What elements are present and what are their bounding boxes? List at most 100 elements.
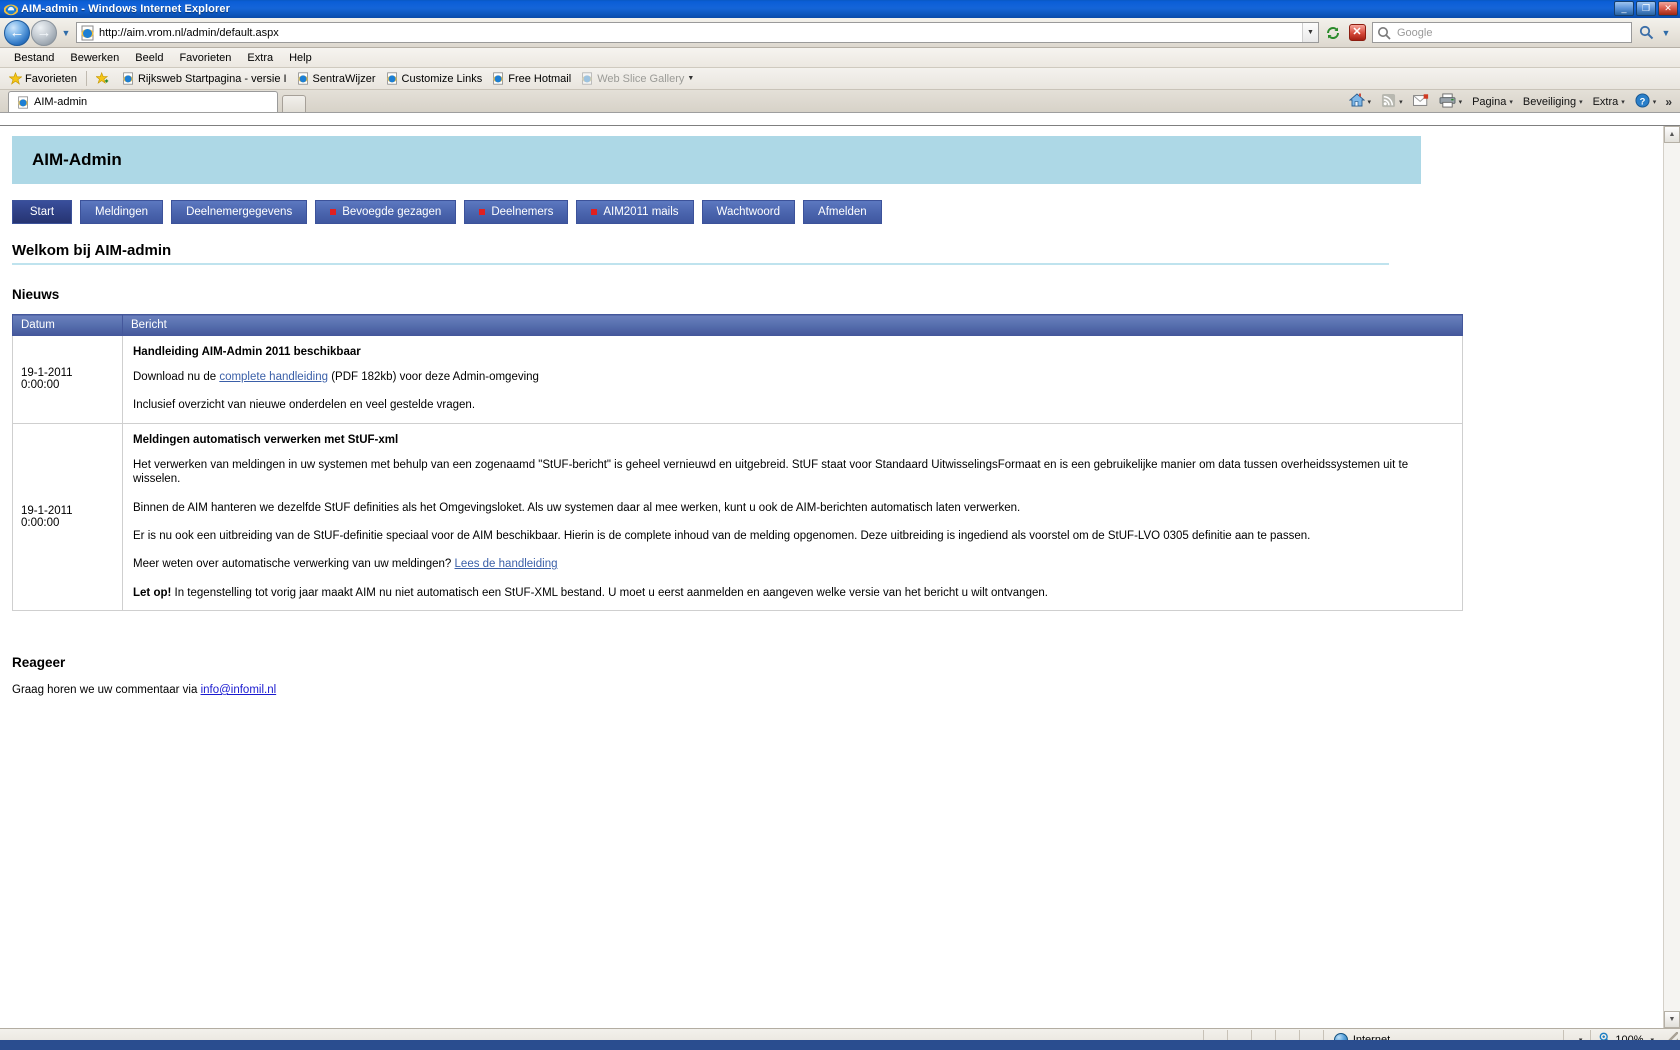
forward-button[interactable]: → bbox=[31, 19, 57, 46]
tools-menu-button[interactable]: Extra ▾ bbox=[1588, 96, 1630, 108]
favorites-button-label: Favorieten bbox=[25, 72, 77, 85]
menu-bar: Bestand Bewerken Beeld Favorieten Extra … bbox=[0, 48, 1680, 68]
favorite-link-label: Web Slice Gallery bbox=[597, 72, 685, 85]
feeds-button[interactable]: ▾ bbox=[1376, 93, 1408, 111]
recent-pages-caret-icon[interactable]: ▼ bbox=[59, 28, 73, 38]
nav-tab-bevoegde-gezagen[interactable]: Bevoegde gezagen bbox=[315, 200, 457, 224]
search-go-button[interactable] bbox=[1634, 22, 1658, 43]
complete-handleiding-link[interactable]: complete handleiding bbox=[219, 371, 328, 383]
chevron-down-icon[interactable]: ▾ bbox=[1653, 98, 1657, 106]
scrollbar-track[interactable] bbox=[1664, 143, 1680, 1011]
table-row: 19-1-2011 0:00:00 Handleiding AIM-Admin … bbox=[12, 335, 1463, 424]
search-input[interactable] bbox=[1395, 25, 1631, 40]
lees-de-handleiding-link[interactable]: Lees de handleiding bbox=[455, 558, 558, 570]
favorite-link-sentrawijzer[interactable]: SentraWijzer bbox=[292, 72, 381, 85]
nav-tab-meldingen[interactable]: Meldingen bbox=[80, 200, 164, 224]
stop-icon: ✕ bbox=[1348, 24, 1366, 41]
paragraph-text: Binnen de AIM hanteren we dezelfde StUF … bbox=[133, 501, 1021, 514]
nav-tab-deelnemergegevens[interactable]: Deelnemergegevens bbox=[171, 200, 308, 224]
page-title: Welkom bij AIM-admin bbox=[12, 242, 172, 259]
back-button[interactable]: ← bbox=[4, 19, 30, 46]
chevron-down-icon[interactable]: ▼ bbox=[687, 75, 694, 82]
news-item-paragraph: Download nu de complete handleiding (PDF… bbox=[133, 370, 1454, 384]
favorite-link-web-slice-gallery[interactable]: Web Slice Gallery ▼ bbox=[576, 72, 699, 85]
news-item-paragraph: Er is nu ook een uitbreiding van de StUF… bbox=[133, 529, 1454, 543]
tab-bar: AIM-admin ▾ ▾ ▾ Pagina ▾ Beveiliging ▾ E… bbox=[0, 90, 1680, 113]
chevron-down-icon[interactable]: ▾ bbox=[1509, 98, 1513, 106]
chevron-down-icon[interactable]: ▾ bbox=[1368, 98, 1372, 106]
search-options-caret-icon[interactable]: ▼ bbox=[1659, 28, 1673, 38]
page-menu-button[interactable]: Pagina ▾ bbox=[1467, 96, 1518, 108]
chevron-down-icon[interactable]: ▾ bbox=[1459, 98, 1463, 106]
news-item-paragraph: Let op! In tegenstelling tot vorig jaar … bbox=[133, 586, 1454, 600]
menu-item-bewerken[interactable]: Bewerken bbox=[62, 50, 127, 66]
news-item-title: Handleiding AIM-Admin 2011 beschikbaar bbox=[133, 346, 361, 358]
new-tab-button[interactable] bbox=[282, 95, 306, 112]
address-dropdown-icon[interactable]: ▼ bbox=[1302, 23, 1318, 42]
nav-tab-aim2011-mails[interactable]: AIM2011 mails bbox=[576, 200, 694, 224]
window-controls: _ ❐ ✕ bbox=[1614, 1, 1678, 16]
search-box[interactable] bbox=[1372, 22, 1632, 43]
printer-icon bbox=[1439, 92, 1456, 111]
nav-tab-wachtwoord[interactable]: Wachtwoord bbox=[701, 200, 796, 224]
maximize-button[interactable]: ❐ bbox=[1636, 1, 1656, 16]
refresh-button[interactable] bbox=[1322, 22, 1344, 44]
read-mail-button[interactable] bbox=[1408, 93, 1434, 110]
stop-button[interactable]: ✕ bbox=[1346, 22, 1368, 44]
contact-email-link[interactable]: info@infomil.nl bbox=[201, 684, 277, 696]
vertical-scrollbar[interactable]: ▲ ▼ bbox=[1663, 126, 1680, 1028]
chevron-down-icon[interactable]: ▾ bbox=[1621, 98, 1625, 106]
desktop-strip bbox=[0, 1040, 1680, 1050]
news-item-paragraph: Meer weten over automatische verwerking … bbox=[133, 557, 1454, 571]
chevron-down-icon[interactable]: ▾ bbox=[1579, 98, 1583, 106]
paragraph-text: (PDF 182kb) voor deze Admin-omgeving bbox=[328, 371, 539, 383]
security-menu-button[interactable]: Beveiliging ▾ bbox=[1518, 96, 1588, 108]
news-item-paragraph: Het verwerken van meldingen in uw system… bbox=[133, 458, 1454, 487]
home-button[interactable]: ▾ bbox=[1344, 92, 1377, 111]
favorite-link-customize-links[interactable]: Customize Links bbox=[381, 72, 488, 85]
paragraph-text: Het verwerken van meldingen in uw system… bbox=[133, 458, 1409, 486]
react-text: Graag horen we uw commentaar via info@in… bbox=[12, 684, 1651, 696]
site-banner-title: AIM-Admin bbox=[32, 150, 122, 169]
favorite-link-rijksweb[interactable]: Rijksweb Startpagina - versie I bbox=[117, 72, 292, 85]
address-input[interactable] bbox=[99, 26, 1302, 39]
browser-viewport: AIM-Admin Start Meldingen Deelnemergegev… bbox=[0, 125, 1680, 1028]
address-bar[interactable]: ▼ bbox=[76, 22, 1319, 43]
browser-tab-aim-admin[interactable]: AIM-admin bbox=[8, 91, 278, 112]
nav-tab-label: Wachtwoord bbox=[716, 206, 781, 218]
paragraph-emphasis: Let op! bbox=[133, 586, 172, 599]
favorites-button[interactable]: Favorieten bbox=[4, 72, 82, 85]
close-button[interactable]: ✕ bbox=[1658, 1, 1678, 16]
paragraph-text: Inclusief overzicht van nieuwe onderdele… bbox=[133, 399, 476, 412]
page-icon bbox=[297, 72, 310, 85]
paragraph-text: Meer weten over automatische verwerking … bbox=[133, 558, 455, 571]
favorites-bar: Favorieten Rijksweb Startpagina - versie… bbox=[0, 68, 1680, 90]
print-button[interactable]: ▾ bbox=[1434, 92, 1468, 111]
news-item-paragraph: Binnen de AIM hanteren we dezelfde StUF … bbox=[133, 501, 1454, 515]
menu-item-help[interactable]: Help bbox=[281, 50, 320, 66]
favorite-link-free-hotmail[interactable]: Free Hotmail bbox=[487, 72, 576, 85]
menu-item-bestand[interactable]: Bestand bbox=[6, 50, 62, 66]
news-row-date: 19-1-2011 0:00:00 bbox=[12, 335, 123, 424]
menu-item-beeld[interactable]: Beeld bbox=[127, 50, 171, 66]
nav-tab-deelnemers[interactable]: Deelnemers bbox=[464, 200, 569, 224]
chevron-down-icon[interactable]: ▾ bbox=[1399, 98, 1403, 106]
scroll-down-button[interactable]: ▼ bbox=[1664, 1011, 1680, 1028]
notification-dot-icon bbox=[479, 209, 486, 215]
nav-tab-afmelden[interactable]: Afmelden bbox=[803, 200, 882, 224]
command-bar-overflow-button[interactable]: » bbox=[1661, 95, 1676, 109]
nav-tab-label: Meldingen bbox=[95, 206, 149, 218]
table-row: 19-1-2011 0:00:00 Meldingen automatisch … bbox=[12, 422, 1463, 612]
notification-dot-icon bbox=[330, 209, 337, 215]
page-icon bbox=[17, 95, 30, 109]
add-to-favorites-bar-button[interactable] bbox=[91, 72, 117, 85]
menu-item-favorieten[interactable]: Favorieten bbox=[171, 50, 239, 66]
page-icon bbox=[581, 72, 594, 85]
page-icon bbox=[122, 72, 135, 85]
minimize-button[interactable]: _ bbox=[1614, 1, 1634, 16]
help-menu-button[interactable]: ? ▾ bbox=[1630, 92, 1662, 111]
menu-item-extra[interactable]: Extra bbox=[239, 50, 281, 66]
nav-tab-start[interactable]: Start bbox=[12, 200, 72, 224]
news-column-bericht: Bericht bbox=[122, 314, 1463, 336]
scroll-up-button[interactable]: ▲ bbox=[1664, 126, 1680, 143]
